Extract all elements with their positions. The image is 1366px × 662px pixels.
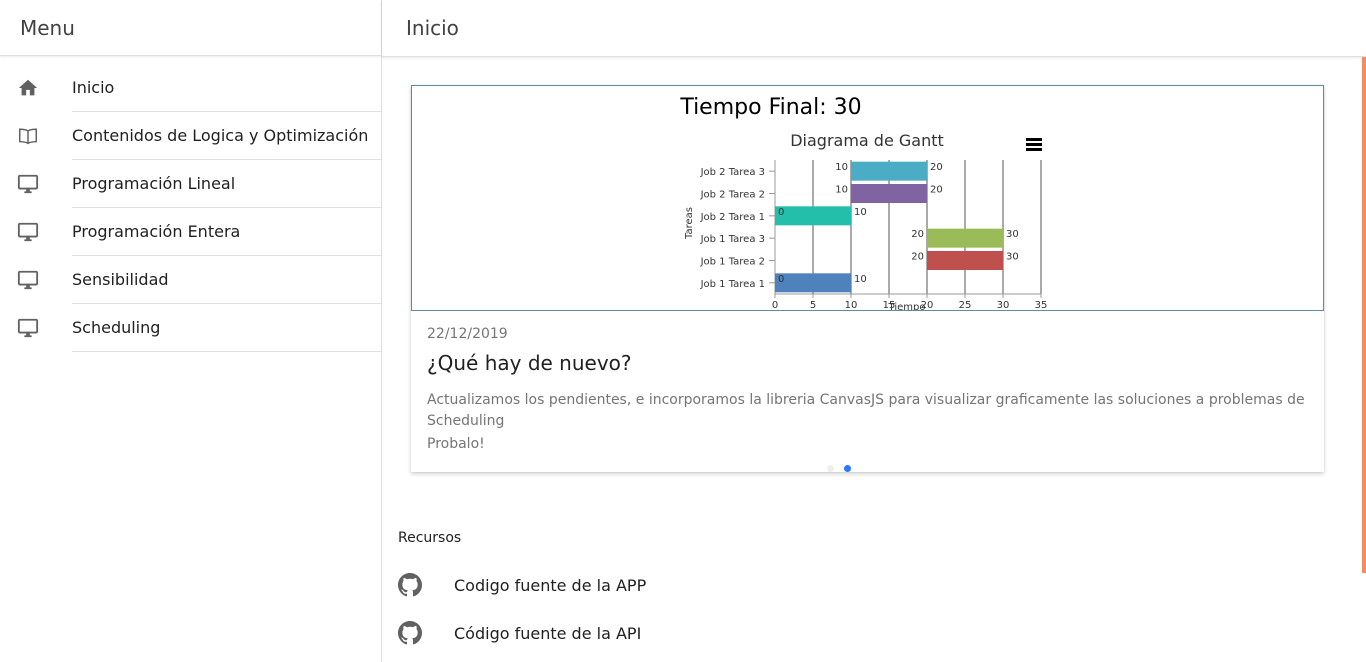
bar-end-label: 10 (854, 274, 867, 285)
final-time-heading: Tiempo Final: 30 (679, 95, 861, 120)
x-tick-label: 35 (1035, 300, 1048, 310)
card-date: 22/12/2019 (427, 326, 508, 342)
bar-start-label: 10 (835, 162, 848, 173)
card-title: ¿Qué hay de nuevo? (427, 351, 632, 375)
x-tick-label: 25 (959, 300, 972, 310)
sidebar-item-label: Scheduling (72, 304, 381, 352)
sidebar-item-label: Sensibilidad (72, 256, 381, 304)
sidebar-item-scheduling[interactable]: Scheduling (0, 304, 381, 352)
scrollbar[interactable] (1362, 57, 1366, 573)
y-tick-label: Job 1 Tarea 2 (700, 257, 765, 268)
bar-start-label: 0 (778, 207, 784, 218)
bar-start-label: 20 (911, 229, 924, 240)
monitor-icon (0, 317, 72, 339)
sidebar-item-contenidos[interactable]: Contenidos de Logica y Optimización (0, 112, 381, 160)
carousel-dot-active[interactable] (843, 465, 851, 472)
gantt-bar (851, 184, 927, 203)
page-title: Inicio (382, 0, 1366, 57)
chart-menu-icon[interactable] (1026, 138, 1042, 151)
x-tick-label: 10 (845, 300, 858, 310)
sidebar-item-label: Contenidos de Logica y Optimización (72, 112, 381, 160)
y-tick-label: Job 1 Tarea 3 (700, 234, 765, 245)
sidebar-nav: Inicio Contenidos de Logica y Optimizaci… (0, 56, 381, 352)
bar-end-label: 20 (930, 185, 943, 196)
y-tick-label: Job 2 Tarea 3 (700, 167, 765, 178)
sidebar-item-sensibilidad[interactable]: Sensibilidad (0, 256, 381, 304)
bar-start-label: 0 (778, 274, 784, 285)
card-body-cta: Probalo! (427, 436, 485, 452)
sidebar-item-programacion-lineal[interactable]: Programación Lineal (0, 160, 381, 208)
book-icon (0, 125, 72, 147)
gantt-bar (927, 251, 1003, 270)
sidebar-item-label: Programación Lineal (72, 160, 381, 208)
y-tick-label: Job 2 Tarea 2 (700, 190, 765, 201)
monitor-icon (0, 173, 72, 195)
gantt-bar (927, 228, 1003, 248)
gantt-chart: Tiempo Final: 30 Diagrama de Gantt 0 5 10 1… (679, 95, 1048, 310)
card-body-text: Actualizamos los pendientes, e incorpora… (427, 392, 1305, 429)
sidebar-title: Menu (0, 0, 381, 56)
monitor-icon (0, 269, 72, 291)
sidebar-item-label: Inicio (72, 64, 381, 112)
y-axis-label: Tareas (684, 207, 695, 240)
bar-start-label: 20 (911, 252, 924, 263)
x-axis-label: Tiempo (888, 302, 926, 310)
resource-link-app[interactable]: Codigo fuente de la APP (398, 561, 646, 609)
resources-title: Recursos (398, 530, 462, 546)
github-icon (398, 573, 454, 597)
gantt-bar (851, 161, 927, 181)
gantt-bar (775, 206, 851, 226)
home-icon (0, 77, 72, 99)
resource-label: Codigo fuente de la APP (454, 575, 647, 595)
gantt-bar (775, 273, 851, 293)
bar-end-label: 10 (854, 207, 867, 218)
sidebar-item-inicio[interactable]: Inicio (0, 64, 381, 112)
carousel-dot[interactable] (826, 465, 834, 472)
sidebar-item-programacion-entera[interactable]: Programación Entera (0, 208, 381, 256)
bar-end-label: 30 (1006, 229, 1019, 240)
x-tick-label: 5 (810, 300, 816, 310)
bar-end-label: 30 (1006, 252, 1019, 263)
sidebar-item-label: Programación Entera (72, 208, 381, 256)
bar-end-label: 20 (930, 162, 943, 173)
chart-frame: Tiempo Final: 30 Diagrama de Gantt 0 5 10 1… (411, 85, 1324, 311)
y-tick-label: Job 1 Tarea 1 (700, 279, 765, 290)
monitor-icon (0, 221, 72, 243)
x-tick-label: 30 (997, 300, 1010, 310)
main-content: Tiempo Final: 30 Diagrama de Gantt 0 5 10 1… (382, 57, 1366, 662)
news-card: Tiempo Final: 30 Diagrama de Gantt 0 5 10 1… (411, 85, 1324, 472)
card-body: Actualizamos los pendientes, e incorpora… (427, 390, 1312, 455)
chart-title: Diagrama de Gantt (790, 131, 944, 150)
resource-label: Código fuente de la API (454, 623, 642, 643)
carousel-dots (382, 465, 1295, 472)
x-tick-label: 0 (772, 300, 778, 310)
bar-start-label: 10 (835, 185, 848, 196)
sidebar: Menu Inicio Contenidos de Logica y Optim… (0, 0, 382, 662)
resource-link-api[interactable]: Código fuente de la API (398, 609, 641, 657)
y-tick-label: Job 2 Tarea 1 (700, 212, 765, 223)
github-icon (398, 621, 454, 645)
